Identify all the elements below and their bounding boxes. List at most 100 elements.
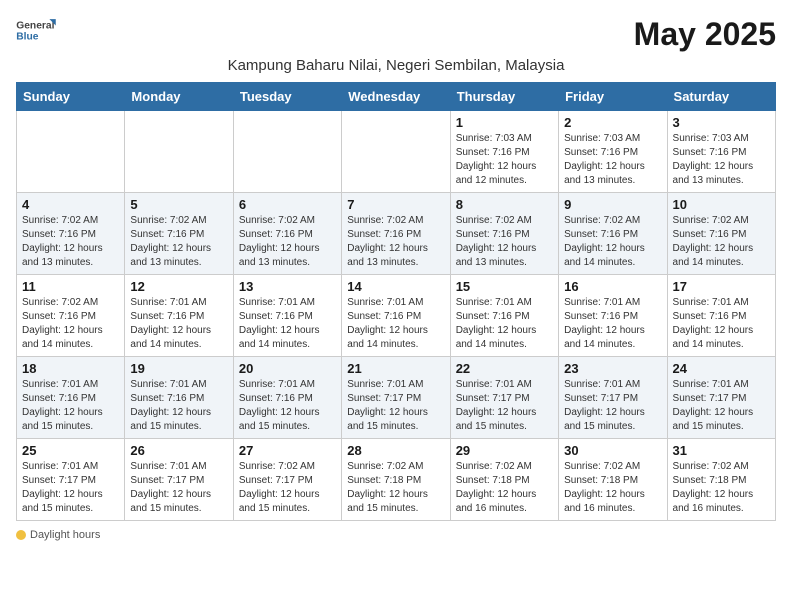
calendar-cell: 30Sunrise: 7:02 AM Sunset: 7:18 PM Dayli…	[559, 439, 667, 521]
day-number: 13	[239, 279, 336, 294]
day-info: Sunrise: 7:02 AM Sunset: 7:16 PM Dayligh…	[22, 296, 119, 352]
calendar-cell: 27Sunrise: 7:02 AM Sunset: 7:17 PM Dayli…	[233, 439, 341, 521]
day-number: 30	[564, 443, 661, 458]
day-number: 9	[564, 197, 661, 212]
day-info: Sunrise: 7:02 AM Sunset: 7:16 PM Dayligh…	[673, 214, 770, 270]
day-info: Sunrise: 7:01 AM Sunset: 7:16 PM Dayligh…	[564, 296, 661, 352]
day-number: 19	[130, 361, 227, 376]
day-info: Sunrise: 7:01 AM Sunset: 7:16 PM Dayligh…	[239, 296, 336, 352]
day-number: 14	[347, 279, 444, 294]
day-number: 23	[564, 361, 661, 376]
day-number: 5	[130, 197, 227, 212]
day-header-sunday: Sunday	[17, 83, 125, 111]
calendar-cell: 26 Sunrise: 7:01 AM Sunset: 7:17 PM Dayli…	[125, 439, 233, 521]
calendar-cell: 14Sunrise: 7:01 AM Sunset: 7:16 PM Dayli…	[342, 275, 450, 357]
calendar-cell	[17, 111, 125, 193]
day-number: 31	[673, 443, 770, 458]
day-number: 22	[456, 361, 553, 376]
day-number: 1	[456, 115, 553, 130]
day-info: Sunrise: 7:01 AM Sunset: 7:17 PM Dayligh…	[130, 460, 227, 516]
calendar-cell	[125, 111, 233, 193]
day-info: Sunrise: 7:02 AM Sunset: 7:17 PM Dayligh…	[239, 460, 336, 516]
logo-icon: General Blue	[16, 16, 56, 46]
day-number: 16	[564, 279, 661, 294]
svg-text:Blue: Blue	[16, 32, 39, 43]
day-header-saturday: Saturday	[667, 83, 775, 111]
calendar-cell: 29 Sunrise: 7:02 AM Sunset: 7:18 PM Dayli…	[450, 439, 558, 521]
calendar-cell	[342, 111, 450, 193]
day-info: Sunrise: 7:02 AM Sunset: 7:16 PM Dayligh…	[347, 214, 444, 270]
day-number: 21	[347, 361, 444, 376]
daylight-icon	[16, 530, 26, 540]
calendar-cell: 28 Sunrise: 7:02 AM Sunset: 7:18 PM Dayli…	[342, 439, 450, 521]
calendar-cell: 5 Sunrise: 7:02 AM Sunset: 7:16 PM Daylig…	[125, 193, 233, 275]
calendar-cell: 25 Sunrise: 7:01 AM Sunset: 7:17 PM Dayli…	[17, 439, 125, 521]
day-info: Sunrise: 7:03 AM Sunset: 7:16 PM Dayligh…	[564, 132, 661, 188]
day-info: Sunrise: 7:03 AM Sunset: 7:16 PM Dayligh…	[456, 132, 553, 188]
daylight-label: Daylight hours	[30, 529, 100, 541]
day-number: 26	[130, 443, 227, 458]
day-number: 3	[673, 115, 770, 130]
calendar-cell: 6Sunrise: 7:02 AM Sunset: 7:16 PM Daylig…	[233, 193, 341, 275]
day-info: Sunrise: 7:02 AM Sunset: 7:16 PM Dayligh…	[564, 214, 661, 270]
day-info: Sunrise: 7:01 AM Sunset: 7:16 PM Dayligh…	[22, 378, 119, 434]
day-info: Sunrise: 7:01 AM Sunset: 7:16 PM Dayligh…	[130, 378, 227, 434]
day-info: Sunrise: 7:01 AM Sunset: 7:17 PM Dayligh…	[564, 378, 661, 434]
day-number: 7	[347, 197, 444, 212]
day-info: Sunrise: 7:01 AM Sunset: 7:16 PM Dayligh…	[673, 296, 770, 352]
day-header-friday: Friday	[559, 83, 667, 111]
calendar-cell	[233, 111, 341, 193]
day-info: Sunrise: 7:02 AM Sunset: 7:18 PM Dayligh…	[673, 460, 770, 516]
day-info: Sunrise: 7:01 AM Sunset: 7:16 PM Dayligh…	[456, 296, 553, 352]
day-info: Sunrise: 7:02 AM Sunset: 7:18 PM Dayligh…	[347, 460, 444, 516]
day-number: 8	[456, 197, 553, 212]
day-number: 4	[22, 197, 119, 212]
day-info: Sunrise: 7:02 AM Sunset: 7:16 PM Dayligh…	[130, 214, 227, 270]
day-info: Sunrise: 7:03 AM Sunset: 7:16 PM Dayligh…	[673, 132, 770, 188]
calendar-cell: 22 Sunrise: 7:01 AM Sunset: 7:17 PM Dayli…	[450, 357, 558, 439]
calendar-cell: 23 Sunrise: 7:01 AM Sunset: 7:17 PM Dayli…	[559, 357, 667, 439]
calendar-cell: 17 Sunrise: 7:01 AM Sunset: 7:16 PM Dayli…	[667, 275, 775, 357]
day-info: Sunrise: 7:01 AM Sunset: 7:17 PM Dayligh…	[22, 460, 119, 516]
day-number: 18	[22, 361, 119, 376]
month-title: May 2025	[634, 16, 776, 53]
day-header-monday: Monday	[125, 83, 233, 111]
day-number: 29	[456, 443, 553, 458]
calendar-cell: 11 Sunrise: 7:02 AM Sunset: 7:16 PM Dayli…	[17, 275, 125, 357]
day-number: 15	[456, 279, 553, 294]
calendar-cell: 19 Sunrise: 7:01 AM Sunset: 7:16 PM Dayli…	[125, 357, 233, 439]
svg-text:General: General	[16, 21, 54, 32]
calendar-cell: 12Sunrise: 7:01 AM Sunset: 7:16 PM Dayli…	[125, 275, 233, 357]
calendar-cell: 1 Sunrise: 7:03 AM Sunset: 7:16 PM Daylig…	[450, 111, 558, 193]
calendar-cell: 24Sunrise: 7:01 AM Sunset: 7:17 PM Dayli…	[667, 357, 775, 439]
calendar-cell: 8 Sunrise: 7:02 AM Sunset: 7:16 PM Daylig…	[450, 193, 558, 275]
day-number: 17	[673, 279, 770, 294]
day-number: 20	[239, 361, 336, 376]
calendar-cell: 18 Sunrise: 7:01 AM Sunset: 7:16 PM Dayli…	[17, 357, 125, 439]
day-number: 12	[130, 279, 227, 294]
calendar-cell: 2 Sunrise: 7:03 AM Sunset: 7:16 PM Daylig…	[559, 111, 667, 193]
day-info: Sunrise: 7:01 AM Sunset: 7:17 PM Dayligh…	[673, 378, 770, 434]
calendar-cell: 4 Sunrise: 7:02 AM Sunset: 7:16 PM Daylig…	[17, 193, 125, 275]
day-info: Sunrise: 7:02 AM Sunset: 7:16 PM Dayligh…	[22, 214, 119, 270]
day-header-tuesday: Tuesday	[233, 83, 341, 111]
day-info: Sunrise: 7:02 AM Sunset: 7:18 PM Dayligh…	[456, 460, 553, 516]
calendar-cell: 21 Sunrise: 7:01 AM Sunset: 7:17 PM Dayli…	[342, 357, 450, 439]
calendar-cell: 31 Sunrise: 7:02 AM Sunset: 7:18 PM Dayli…	[667, 439, 775, 521]
day-info: Sunrise: 7:02 AM Sunset: 7:16 PM Dayligh…	[456, 214, 553, 270]
day-number: 25	[22, 443, 119, 458]
day-info: Sunrise: 7:01 AM Sunset: 7:17 PM Dayligh…	[456, 378, 553, 434]
footer: Daylight hours	[16, 529, 776, 541]
subtitle: Kampung Baharu Nilai, Negeri Sembilan, M…	[16, 57, 776, 74]
day-info: Sunrise: 7:01 AM Sunset: 7:17 PM Dayligh…	[347, 378, 444, 434]
calendar-cell: 20Sunrise: 7:01 AM Sunset: 7:16 PM Dayli…	[233, 357, 341, 439]
day-number: 28	[347, 443, 444, 458]
day-number: 2	[564, 115, 661, 130]
day-number: 11	[22, 279, 119, 294]
day-header-wednesday: Wednesday	[342, 83, 450, 111]
calendar-cell: 7 Sunrise: 7:02 AM Sunset: 7:16 PM Daylig…	[342, 193, 450, 275]
calendar-cell: 3 Sunrise: 7:03 AM Sunset: 7:16 PM Daylig…	[667, 111, 775, 193]
calendar-cell: 9 Sunrise: 7:02 AM Sunset: 7:16 PM Daylig…	[559, 193, 667, 275]
calendar-table: SundayMondayTuesdayWednesdayThursdayFrid…	[16, 82, 776, 521]
calendar-cell: 16 Sunrise: 7:01 AM Sunset: 7:16 PM Dayli…	[559, 275, 667, 357]
